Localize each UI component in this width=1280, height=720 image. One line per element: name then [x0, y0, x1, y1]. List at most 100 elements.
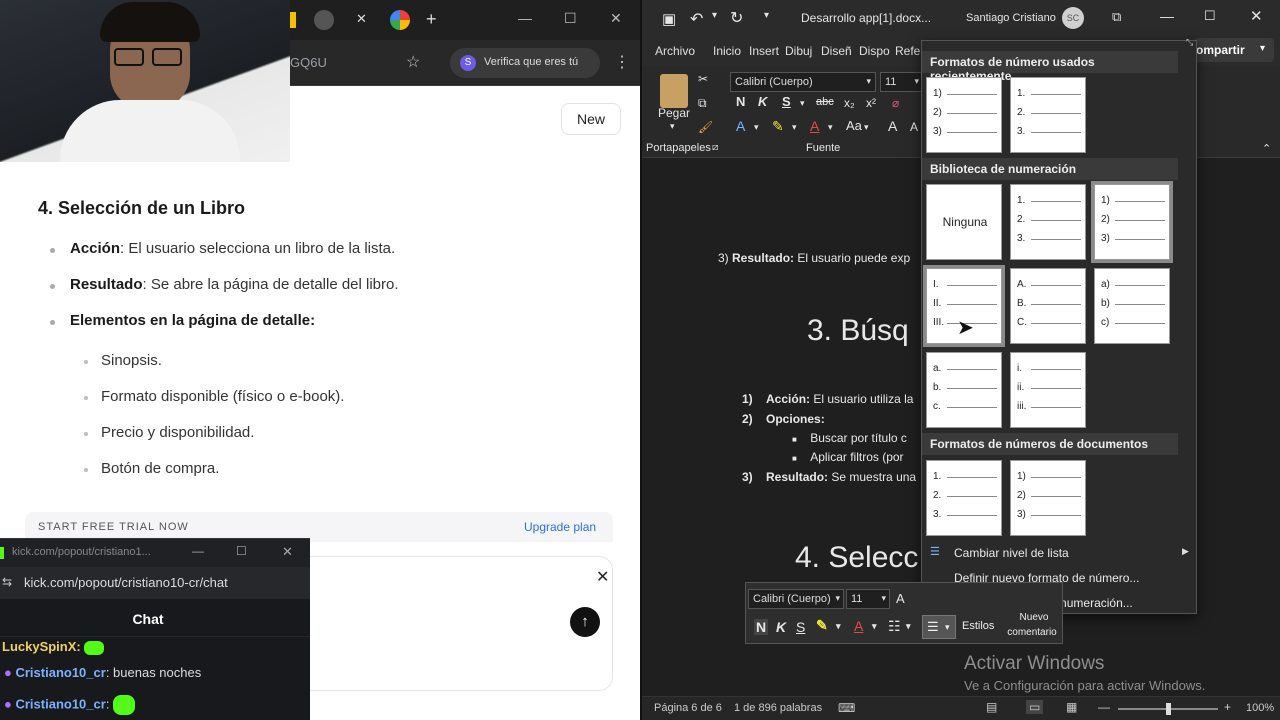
grow-font-icon[interactable]: A — [888, 118, 897, 134]
zoom-slider[interactable] — [1118, 703, 1218, 715]
subscript-button[interactable]: x₂ — [844, 96, 855, 110]
minimize-icon[interactable]: — — [192, 544, 204, 558]
doc-line[interactable]: 1) Acción: El usuario utiliza la — [742, 392, 913, 406]
save-icon[interactable]: ▣ — [662, 10, 676, 28]
tab-insertar[interactable]: Insert — [749, 44, 779, 58]
avatar[interactable]: SC — [1062, 7, 1084, 29]
numbering-tile[interactable]: a. b. c. — [926, 352, 1002, 428]
tab-archivo[interactable]: Archivo — [655, 44, 695, 58]
minimize-icon[interactable]: — — [1160, 8, 1174, 24]
chevron-down-icon[interactable]: ▾ — [836, 621, 841, 632]
change-case-icon[interactable]: Aa — [846, 118, 862, 133]
shrink-font-icon[interactable]: A — [910, 120, 918, 134]
customize-qat-icon[interactable]: ▾ — [764, 10, 769, 21]
paste-dropdown-icon[interactable]: ▾ — [670, 121, 675, 132]
change-list-level-item[interactable]: ☰ Cambiar nivel de lista ▶ — [930, 542, 1190, 564]
bookmark-star-icon[interactable]: ☆ — [406, 52, 420, 72]
numbering-tile[interactable]: A. B. C. — [1010, 268, 1086, 344]
resize-handle-icon[interactable]: ⤡ — [1186, 37, 1193, 48]
numbering-tile[interactable]: i. ii. iii. — [1010, 352, 1086, 428]
bold-button[interactable]: N — [736, 94, 745, 109]
chevron-down-icon[interactable]: ▾ — [872, 621, 877, 632]
minimize-icon[interactable]: — — [518, 10, 532, 26]
italic-button[interactable]: K — [758, 94, 767, 109]
redo-icon[interactable]: ↻ — [730, 8, 743, 28]
format-painter-icon[interactable]: 🖌 — [698, 120, 713, 134]
chevron-down-icon[interactable]: ▾ — [864, 122, 869, 133]
chevron-down-icon[interactable]: ▾ — [800, 98, 805, 109]
chevron-down-icon[interactable]: ▾ — [906, 621, 911, 632]
collapse-ribbon-icon[interactable]: ⌃ — [1262, 142, 1271, 155]
tab-inicio[interactable]: Inicio — [713, 44, 741, 58]
site-info-icon[interactable]: ⇆ — [2, 575, 12, 589]
paste-icon[interactable] — [660, 74, 688, 108]
close-icon[interactable]: ✕ — [282, 544, 293, 560]
kebab-menu-icon[interactable]: ⋮ — [614, 52, 630, 72]
numbering-tile[interactable]: a) b) c) — [1094, 268, 1170, 344]
highlight-icon[interactable]: ✎ — [772, 118, 784, 135]
paste-label[interactable]: Pegar — [658, 106, 690, 120]
mini-italic-button[interactable]: K — [776, 619, 786, 635]
ribbon-display-icon[interactable]: ⧉ — [1112, 9, 1121, 25]
word-count[interactable]: 1 de 896 palabras — [734, 702, 822, 714]
share-button[interactable]: ompartir ▾ — [1194, 38, 1274, 62]
numbering-tile[interactable]: 1) 2) 3) — [1010, 460, 1086, 536]
doc-heading[interactable]: 4. Selecc — [795, 541, 918, 575]
mini-size-field[interactable]: 11 ▾ — [846, 589, 890, 609]
doc-line[interactable]: ■ Aplicar filtros (por — [792, 450, 904, 464]
document-title[interactable]: Desarrollo app[1].docx... — [801, 11, 931, 25]
tab-diseno[interactable]: Diseñ — [821, 44, 852, 58]
maximize-icon[interactable]: ☐ — [564, 10, 577, 27]
strikethrough-button[interactable]: abc — [816, 96, 834, 108]
numbering-tile-hover[interactable]: I. II. III. ➤ — [923, 265, 1005, 347]
web-layout-icon[interactable]: ▦ — [1066, 700, 1077, 714]
chevron-down-icon[interactable]: ▾ — [792, 122, 797, 133]
tab-close-icon[interactable]: ✕ — [356, 11, 367, 27]
mini-font-color-icon[interactable]: A — [854, 618, 863, 634]
grow-font-icon[interactable]: A — [896, 591, 905, 606]
undo-icon[interactable]: ↶ — [690, 9, 703, 29]
numbering-tile-selected[interactable]: 1) 2) 3) — [1091, 181, 1173, 263]
tab-referencias[interactable]: Refer — [895, 44, 924, 58]
doc-line[interactable]: 3) Resultado: El usuario puede exp — [718, 251, 910, 265]
mini-new-comment-label-2[interactable]: comentario — [1004, 627, 1060, 638]
clear-format-icon[interactable]: ⌀ — [892, 96, 899, 110]
mini-highlight-icon[interactable]: ✎ — [816, 617, 828, 634]
verify-chip[interactable]: S Verifica que eres tú — [450, 48, 600, 78]
read-mode-icon[interactable]: ▤ — [986, 700, 997, 714]
close-window-icon[interactable]: ✕ — [610, 10, 622, 27]
numbering-tile[interactable]: 1. 2. 3. — [926, 460, 1002, 536]
new-tab-button[interactable]: + — [426, 9, 437, 30]
doc-heading[interactable]: 3. Búsq — [807, 314, 909, 348]
close-icon[interactable]: ✕ — [596, 567, 609, 587]
zoom-slider-thumb[interactable] — [1166, 703, 1171, 715]
mini-bullets-icon[interactable]: ☷ — [888, 618, 901, 635]
mini-new-comment-label-1[interactable]: Nuevo — [1016, 612, 1052, 623]
superscript-button[interactable]: x² — [866, 96, 876, 110]
url-text[interactable]: GQ6U — [290, 55, 327, 70]
page-counter[interactable]: Página 6 de 6 — [654, 702, 722, 714]
mini-underline-button[interactable]: S — [796, 619, 805, 635]
mini-styles-button[interactable]: Estilos — [962, 620, 994, 632]
upgrade-plan-link[interactable]: Upgrade plan — [524, 520, 596, 534]
maximize-icon[interactable]: ☐ — [1204, 8, 1216, 24]
close-window-icon[interactable]: ✕ — [1250, 7, 1263, 25]
underline-button[interactable]: S — [782, 94, 791, 109]
numbering-tile-none[interactable]: Ninguna — [926, 184, 1002, 260]
user-name[interactable]: Santiago Cristiano — [966, 12, 1056, 24]
cut-icon[interactable]: ✂ — [698, 72, 708, 86]
zoom-level[interactable]: 100% — [1246, 702, 1274, 714]
zoom-in-icon[interactable]: + — [1224, 700, 1231, 714]
chevron-down-icon[interactable]: ▾ — [754, 122, 759, 133]
text-effects-icon[interactable]: A — [736, 118, 745, 134]
zoom-out-icon[interactable]: — — [1098, 700, 1110, 714]
numbering-tile[interactable]: 1. 2. 3. — [1010, 184, 1086, 260]
new-button[interactable]: New — [561, 103, 621, 135]
dialog-launcher-icon[interactable]: ⧄ — [712, 142, 718, 153]
tab-disposicion[interactable]: Dispo — [859, 44, 890, 58]
mini-font-field[interactable]: Calibri (Cuerpo) ▾ — [748, 589, 844, 609]
font-color-icon[interactable]: A — [810, 118, 819, 134]
chevron-down-icon[interactable]: ▾ — [828, 122, 833, 133]
proofing-icon[interactable]: ⌨ — [838, 701, 855, 715]
globe-icon[interactable] — [314, 10, 334, 30]
